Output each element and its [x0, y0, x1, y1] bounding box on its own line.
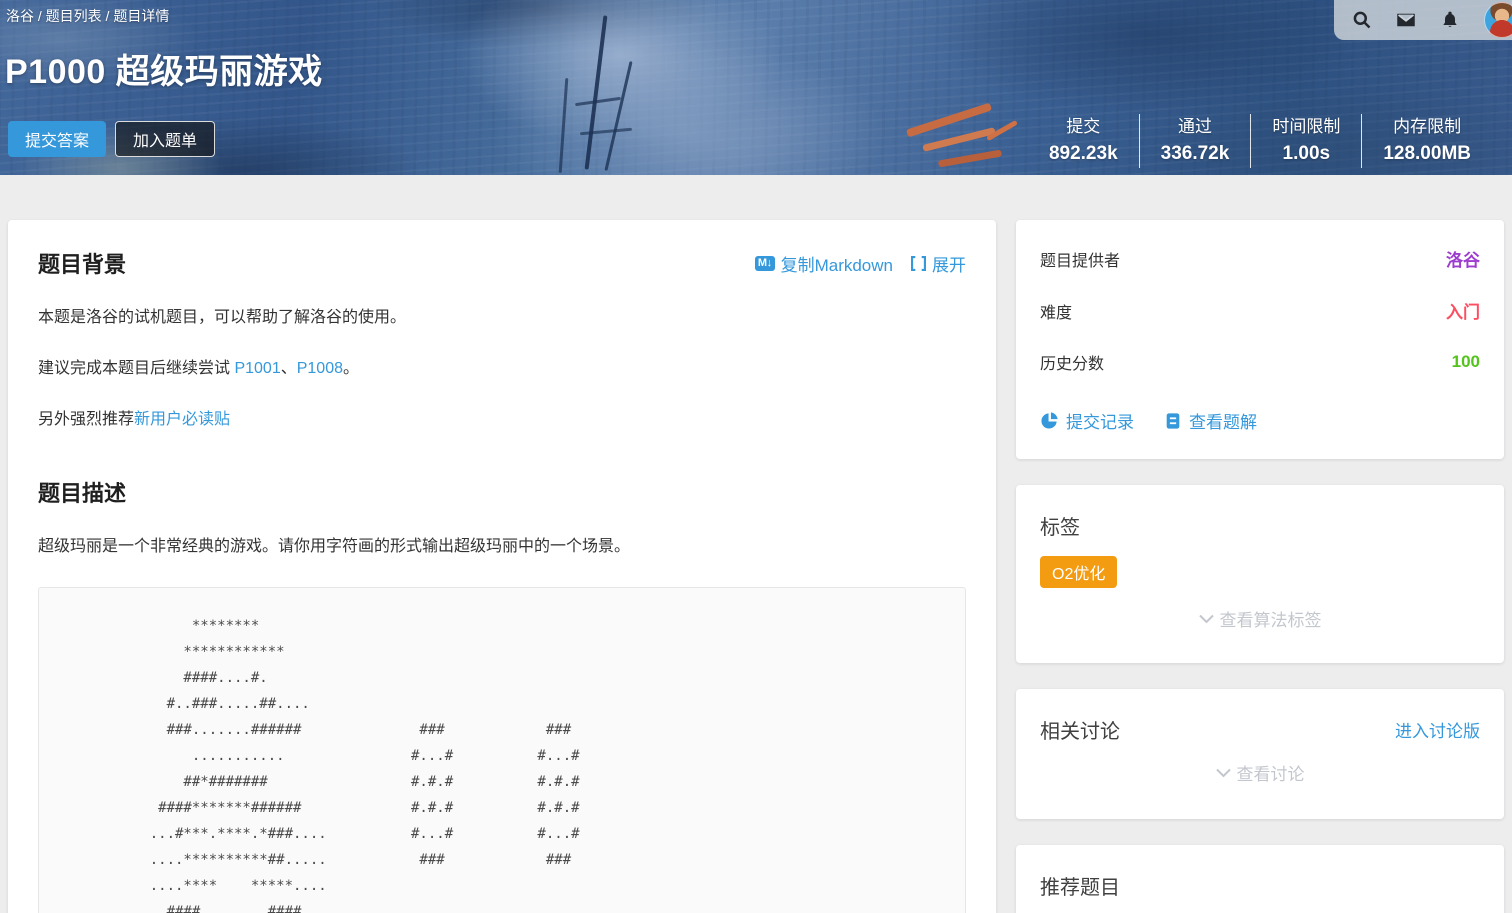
mail-icon[interactable] — [1396, 10, 1416, 30]
stat-label: 通过 — [1161, 114, 1230, 140]
link-p1008[interactable]: P1008 — [297, 360, 343, 377]
background-heading: 题目背景 — [38, 247, 126, 279]
tag-o2[interactable]: O2优化 — [1040, 556, 1117, 588]
view-solutions-label: 查看题解 — [1189, 408, 1257, 433]
ascii-art: ******** ************ ####....#. #..###.… — [57, 613, 947, 913]
difficulty-value[interactable]: 入门 — [1446, 298, 1480, 323]
link-p1001[interactable]: P1001 — [234, 360, 280, 377]
chevron-down-icon — [1216, 768, 1231, 778]
hero-actions: 提交答案 加入题单 — [8, 121, 215, 157]
submission-records-link[interactable]: 提交记录 — [1040, 408, 1134, 433]
recommend-heading: 推荐题目 — [1040, 871, 1480, 900]
tags-card: 标签 O2优化 查看算法标签 — [1016, 485, 1504, 663]
meta-row-provider: 题目提供者 洛谷 — [1040, 246, 1480, 271]
statement-actions: M↓ 复制Markdown 展开 — [755, 251, 966, 276]
breadcrumb-problem-list-link[interactable]: 题目列表 — [46, 8, 102, 24]
link-newbie-post[interactable]: 新用户必读贴 — [134, 411, 230, 428]
provider-label: 题目提供者 — [1040, 247, 1120, 271]
discussion-header: 相关讨论 进入讨论版 — [1040, 715, 1480, 744]
stat-value: 336.72k — [1161, 140, 1230, 168]
background-paragraph-1: 本题是洛谷的试机题目，可以帮助了解洛谷的使用。 — [38, 305, 966, 330]
provider-value[interactable]: 洛谷 — [1446, 246, 1480, 271]
search-icon[interactable] — [1352, 10, 1372, 30]
submit-answer-button[interactable]: 提交答案 — [8, 121, 106, 157]
discussion-card: 相关讨论 进入讨论版 查看讨论 — [1016, 689, 1504, 819]
breadcrumb: 洛谷 / 题目列表 / 题目详情 — [6, 6, 169, 26]
background-paragraph-2: 建议完成本题目后继续尝试 P1001、P1008。 — [38, 356, 966, 381]
score-label: 历史分数 — [1040, 350, 1104, 374]
view-solutions-link[interactable]: 查看题解 — [1164, 408, 1257, 433]
paragraph-text: 。 — [343, 360, 359, 377]
difficulty-label: 难度 — [1040, 299, 1072, 323]
add-to-problem-list-button[interactable]: 加入题单 — [115, 121, 215, 157]
expand-button[interactable]: 展开 — [911, 251, 966, 276]
description-section-header: 题目描述 — [38, 476, 966, 508]
tags-heading: 标签 — [1040, 511, 1480, 540]
problem-meta-card: 题目提供者 洛谷 难度 入门 历史分数 100 提交记录 查看题解 — [1016, 220, 1504, 459]
ascii-art-block: ******** ************ ####....#. #..###.… — [38, 587, 966, 913]
paragraph-text: 建议完成本题目后继续尝试 — [38, 360, 234, 377]
problem-statement-card: 题目背景 M↓ 复制Markdown 展开 本题是洛谷的试机题目，可以帮助了解洛… — [8, 220, 996, 913]
bell-icon[interactable] — [1440, 10, 1460, 30]
topbar-user-area — [1334, 0, 1512, 40]
pie-chart-icon — [1040, 411, 1059, 430]
solution-book-icon — [1164, 412, 1182, 430]
meta-row-difficulty: 难度 入门 — [1040, 298, 1480, 323]
copy-markdown-button[interactable]: M↓ 复制Markdown — [755, 251, 893, 276]
view-discussions-label: 查看讨论 — [1237, 760, 1305, 785]
page-title: P1000 超级玛丽游戏 — [5, 44, 323, 93]
view-algorithm-tags-label: 查看算法标签 — [1220, 606, 1322, 631]
chevron-down-icon — [1199, 614, 1214, 624]
problem-stats: 提交 892.23k 通过 336.72k 时间限制 1.00s 内存限制 12… — [1028, 114, 1492, 168]
stat-submissions: 提交 892.23k — [1028, 114, 1139, 168]
discussion-heading: 相关讨论 — [1040, 715, 1120, 744]
sidebar: 题目提供者 洛谷 难度 入门 历史分数 100 提交记录 查看题解 — [1016, 220, 1504, 913]
stat-memory-limit: 内存限制 128.00MB — [1361, 114, 1492, 168]
breadcrumb-separator: / — [34, 8, 46, 24]
view-algorithm-tags-button[interactable]: 查看算法标签 — [1040, 606, 1480, 631]
meta-links: 提交记录 查看题解 — [1040, 408, 1480, 433]
expand-label: 展开 — [932, 251, 966, 276]
view-discussions-button[interactable]: 查看讨论 — [1040, 760, 1480, 785]
breadcrumb-current: 题目详情 — [113, 8, 169, 24]
stat-value: 128.00MB — [1383, 140, 1471, 168]
stat-label: 内存限制 — [1383, 114, 1471, 140]
copy-markdown-label: 复制Markdown — [781, 251, 893, 276]
description-heading: 题目描述 — [38, 476, 126, 508]
expand-icon — [911, 256, 926, 271]
breadcrumb-separator: / — [102, 8, 114, 24]
user-avatar[interactable] — [1484, 2, 1512, 38]
description-paragraph-1: 超级玛丽是一个非常经典的游戏。请你用字符画的形式输出超级玛丽中的一个场景。 — [38, 534, 966, 559]
markdown-icon: M↓ — [755, 256, 775, 271]
paragraph-text: 、 — [281, 360, 297, 377]
stat-label: 提交 — [1049, 114, 1118, 140]
meta-row-score: 历史分数 100 — [1040, 350, 1480, 374]
page-content: 题目背景 M↓ 复制Markdown 展开 本题是洛谷的试机题目，可以帮助了解洛… — [0, 175, 1512, 913]
stat-accepted: 通过 336.72k — [1139, 114, 1251, 168]
stat-value: 1.00s — [1272, 140, 1340, 168]
breadcrumb-home-link[interactable]: 洛谷 — [6, 8, 34, 24]
recommend-card: 推荐题目 查看推荐 — [1016, 845, 1504, 913]
enter-discussion-board-link[interactable]: 进入讨论版 — [1395, 717, 1480, 742]
paragraph-text: 另外强烈推荐 — [38, 411, 134, 428]
submission-records-label: 提交记录 — [1066, 408, 1134, 433]
problem-header: 洛谷 / 题目列表 / 题目详情 P1000 超级玛丽游戏 提交答案 加入题单 … — [0, 0, 1512, 175]
stat-label: 时间限制 — [1272, 114, 1340, 140]
background-section-header: 题目背景 M↓ 复制Markdown 展开 — [38, 247, 966, 279]
stat-time-limit: 时间限制 1.00s — [1250, 114, 1361, 168]
score-value: 100 — [1452, 352, 1480, 372]
background-paragraph-3: 另外强烈推荐新用户必读贴 — [38, 407, 966, 432]
stat-value: 892.23k — [1049, 140, 1118, 168]
